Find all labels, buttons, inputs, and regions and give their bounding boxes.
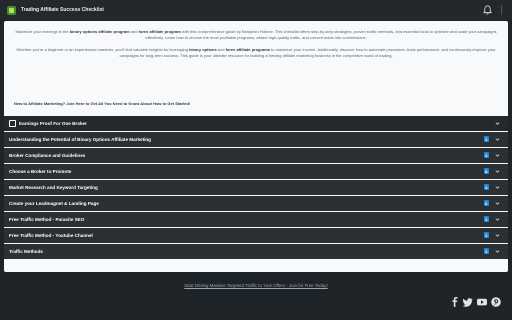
section-earnings-proof[interactable]: Earnings Proof For One Broker [4, 116, 508, 131]
chevron-down-icon[interactable] [495, 153, 500, 158]
facebook-icon[interactable] [450, 297, 460, 307]
count-badge: 4 [483, 184, 489, 190]
pinterest-icon[interactable] [491, 297, 501, 307]
count-badge: 2 [483, 232, 489, 238]
section-label: Free Traffic Method - Parasite SEO [9, 216, 85, 222]
top-bar: Trading Affiliate Success Checklist [0, 0, 512, 20]
section-label: Market Research and Keyword Targeting [9, 184, 98, 190]
count-badge: 2 [483, 216, 489, 222]
chevron-down-icon[interactable] [495, 137, 500, 142]
join-question[interactable]: New to Affiliate Marketing? Join Here to… [14, 101, 190, 106]
section-youtube-channel[interactable]: Free Traffic Method - Youtube Channel 2 [4, 228, 508, 243]
count-badge: 2 [483, 248, 489, 254]
chevron-down-icon[interactable] [495, 217, 500, 222]
section-label: Free Traffic Method - Youtube Channel [9, 232, 93, 238]
section-choose-broker[interactable]: Choose a Broker to Promote 8 [4, 164, 508, 179]
chevron-down-icon[interactable] [495, 233, 500, 238]
intro-paragraph-1: Maximize your earnings in the binary opt… [15, 29, 497, 40]
section-market-research[interactable]: Market Research and Keyword Targeting 4 [4, 180, 508, 195]
section-label: Choose a Broker to Promote [9, 168, 72, 174]
section-understanding-potential[interactable]: Understanding the Potential of Binary Op… [4, 132, 508, 147]
count-badge: 3 [483, 152, 489, 158]
section-label: Create your Leadmagnet & Landing Page [9, 200, 99, 206]
chevron-down-icon[interactable] [495, 201, 500, 206]
logo-icon [7, 5, 16, 15]
chevron-down-icon[interactable] [495, 249, 500, 254]
section-label: Broker Compliance and Guidelines [9, 152, 86, 158]
checklist-sections: Earnings Proof For One Broker Understand… [4, 116, 508, 260]
section-label: Traffic Methods [9, 248, 43, 254]
section-broker-compliance[interactable]: Broker Compliance and Guidelines 3 [4, 148, 508, 163]
section-label: Earnings Proof For One Broker [19, 120, 87, 126]
bell-icon[interactable] [483, 5, 492, 15]
section-leadmagnet[interactable]: Create your Leadmagnet & Landing Page 6 [4, 196, 508, 211]
chevron-down-icon[interactable] [495, 185, 500, 190]
image-icon [9, 119, 16, 127]
count-badge: 8 [483, 168, 489, 174]
chevron-down-icon[interactable] [495, 121, 500, 126]
app-title: Trading Affiliate Success Checklist [21, 7, 104, 13]
section-parasite-seo[interactable]: Free Traffic Method - Parasite SEO 2 [4, 212, 508, 227]
chevron-down-icon[interactable] [495, 169, 500, 174]
intro-paragraph-2: Whether you're a beginner or an experien… [16, 47, 496, 58]
checklist-card: Maximize your earnings in the binary opt… [4, 21, 508, 272]
youtube-icon[interactable] [477, 297, 487, 307]
section-label: Understanding the Potential of Binary Op… [9, 136, 151, 142]
header-divider [501, 5, 502, 15]
count-badge: 6 [483, 200, 489, 206]
twitter-icon[interactable] [463, 297, 473, 307]
join-free-link[interactable]: Start Driving Massive Targeted Traffic t… [0, 283, 512, 288]
section-traffic-methods[interactable]: Traffic Methods 2 [4, 244, 508, 259]
intro-text: Maximize your earnings in the binary opt… [14, 29, 498, 65]
count-badge: 2 [483, 136, 489, 142]
